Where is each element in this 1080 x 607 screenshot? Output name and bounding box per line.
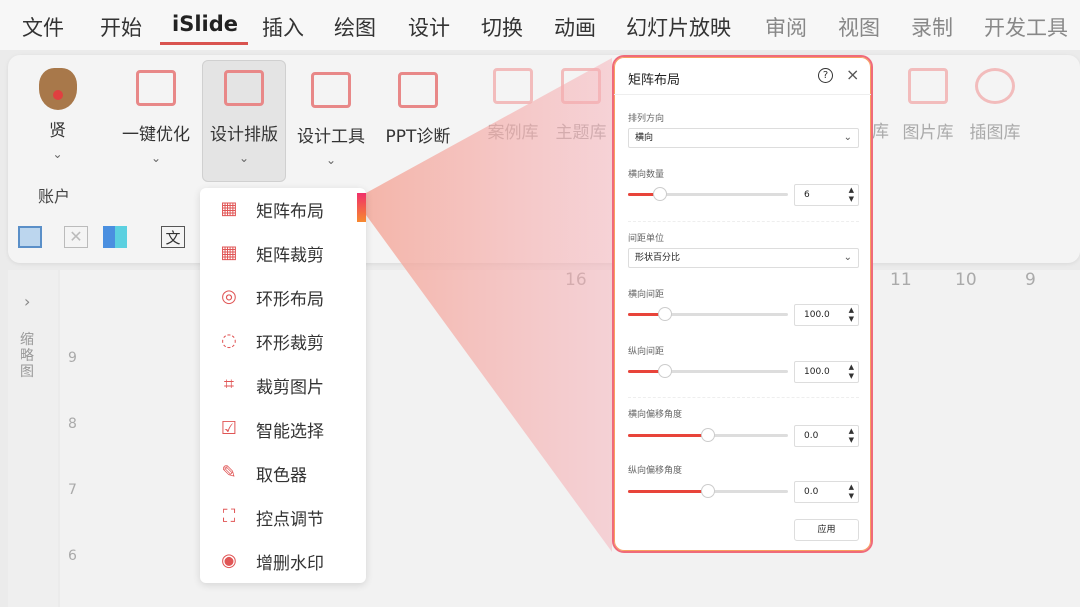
menu-item-label: 取色器 [256, 465, 307, 486]
menu-item-label: 矩阵裁剪 [256, 245, 324, 266]
tab-review[interactable]: 审阅 [765, 12, 807, 42]
account-name: 贤 [49, 121, 66, 141]
help-icon[interactable]: ? [818, 68, 833, 83]
tab-file[interactable]: 文件 [22, 12, 64, 42]
v-angle-slider[interactable] [628, 484, 788, 498]
tab-draw[interactable]: 绘图 [334, 12, 376, 42]
ring-crop-icon: ◌ [221, 330, 237, 351]
tab-islide[interactable]: iSlide [172, 12, 238, 36]
menu-item-5[interactable]: ⌗ 裁剪图片 [200, 363, 366, 407]
menu-item-4[interactable]: ◌ 环形裁剪 [200, 319, 366, 363]
tab-developer[interactable]: 开发工具 [984, 12, 1068, 42]
eyedropper-icon: ✎ [221, 462, 237, 483]
account-group-label: 账户 [38, 187, 71, 206]
account-button[interactable]: 贤 ⌄ [35, 68, 80, 161]
dialog-title: 矩阵布局 [628, 73, 681, 88]
menu-item-2[interactable]: ▦ 矩阵裁剪 [200, 231, 366, 275]
menu-item-6[interactable]: ☑ 智能选择 [200, 407, 366, 451]
tab-insert[interactable]: 插入 [262, 12, 304, 42]
unit-select[interactable]: 形状百分比 ⌄ [628, 248, 859, 268]
case-library-button[interactable]: 案例库 [480, 68, 546, 143]
ppt-diagnose-button[interactable]: PPT诊断 [378, 72, 458, 147]
close-icon[interactable]: × [846, 65, 859, 84]
text-icon[interactable]: 文 [161, 226, 185, 248]
crop-icon: ⌗ [223, 374, 235, 395]
h-angle-input[interactable]: 0.0 ▲ ▼ [794, 425, 859, 447]
v-angle-label: 纵向偏移角度 [628, 466, 683, 476]
tab-animations[interactable]: 动画 [554, 12, 596, 42]
menu-item-1[interactable]: ▦ 矩阵布局 [200, 187, 366, 231]
v-angle-input[interactable]: 0.0 ▲ ▼ [794, 481, 859, 503]
tab-design[interactable]: 设计 [408, 12, 450, 42]
h-gap-input[interactable]: 100.0 ▲ ▼ [794, 304, 859, 326]
menu-item-label: 矩阵布局 [256, 201, 324, 222]
first-aid-icon [398, 72, 438, 108]
vertical-ruler: 9 8 7 6 [68, 350, 77, 564]
tab-record[interactable]: 录制 [911, 12, 953, 42]
grid-icon: ▦ [220, 198, 238, 219]
handles-icon: ⛶ [222, 506, 236, 527]
count-slider[interactable] [628, 187, 788, 201]
thumbnail-panel: › 缩略图 [8, 270, 58, 607]
ring-icon: ◎ [221, 286, 237, 307]
grid-crop-icon: ▦ [220, 242, 238, 263]
tab-view[interactable]: 视图 [838, 12, 880, 42]
chevron-down-icon: ⌄ [843, 252, 852, 263]
color-fill-icon[interactable] [103, 226, 127, 248]
tab-slideshow[interactable]: 幻灯片放映 [626, 12, 731, 42]
h-gap-slider[interactable] [628, 307, 788, 321]
menu-item-8[interactable]: ⛶ 控点调节 [200, 495, 366, 539]
tools-icon [311, 72, 351, 108]
toolbar-format-icon[interactable] [18, 226, 42, 248]
v-gap-input[interactable]: 100.0 ▲ ▼ [794, 361, 859, 383]
menu-item-label: 增删水印 [256, 553, 324, 574]
apply-button[interactable]: 应用 [794, 519, 859, 541]
delete-icon[interactable]: ✕ [64, 226, 88, 248]
menu-item-3[interactable]: ◎ 环形布局 [200, 275, 366, 319]
theme-icon [561, 68, 601, 104]
h-angle-slider[interactable] [628, 428, 788, 442]
expand-icon[interactable]: › [24, 292, 30, 311]
image-icon [908, 68, 948, 104]
matrix-layout-dialog: 矩阵布局 ? × 排列方向 横向 ⌄ 横向数量 6 ▲ ▼ 间距单位 形状百分比 ⌄ 横… [612, 55, 873, 553]
design-tools-button[interactable]: 设计工具 ⌄ [291, 72, 371, 167]
h-gap-label: 横向间距 [628, 290, 665, 300]
tab-home[interactable]: 开始 [100, 12, 142, 42]
theme-library-button[interactable]: 主题库 [550, 68, 612, 143]
watermark-icon: ◉ [221, 550, 237, 571]
menu-item-9[interactable]: ◉ 增删水印 [200, 539, 366, 583]
menu-item-label: 环形布局 [256, 289, 324, 310]
unit-label: 间距单位 [628, 234, 665, 244]
menu-item-label: 智能选择 [256, 421, 324, 442]
menu-item-7[interactable]: ✎ 取色器 [200, 451, 366, 495]
active-tab-indicator [160, 42, 248, 45]
monitor-lightning-icon [136, 70, 176, 106]
chevron-down-icon: ⌄ [843, 132, 852, 143]
illustration-library-button[interactable]: 插图库 [965, 68, 1025, 143]
smart-select-icon: ☑ [220, 418, 238, 439]
brush-icon [975, 68, 1015, 104]
v-gap-slider[interactable] [628, 364, 788, 378]
presentation-icon [493, 68, 533, 104]
count-input[interactable]: 6 ▲ ▼ [794, 184, 859, 206]
reindeer-avatar-icon [38, 68, 77, 110]
layout-icon [224, 70, 264, 106]
direction-label: 排列方向 [628, 114, 665, 124]
library-button[interactable]: 库 [872, 117, 889, 142]
one-click-optimize-button[interactable]: 一键优化 ⌄ [116, 70, 196, 165]
v-gap-label: 纵向间距 [628, 347, 665, 357]
chevron-down-icon: ⌄ [52, 147, 63, 161]
tab-transitions[interactable]: 切换 [481, 12, 523, 42]
menu-item-label: 裁剪图片 [256, 377, 324, 398]
stepper-icon: ▲ ▼ [848, 186, 854, 203]
menu-item-label: 控点调节 [256, 509, 324, 530]
image-library-button[interactable]: 图片库 [898, 68, 958, 143]
count-label: 横向数量 [628, 170, 665, 180]
design-layout-button[interactable]: 设计排版 ⌄ [204, 70, 284, 165]
direction-select[interactable]: 横向 ⌄ [628, 128, 859, 148]
thumbnail-label: 缩略图 [20, 332, 34, 380]
menu-item-label: 环形裁剪 [256, 333, 324, 354]
h-angle-label: 横向偏移角度 [628, 410, 683, 420]
